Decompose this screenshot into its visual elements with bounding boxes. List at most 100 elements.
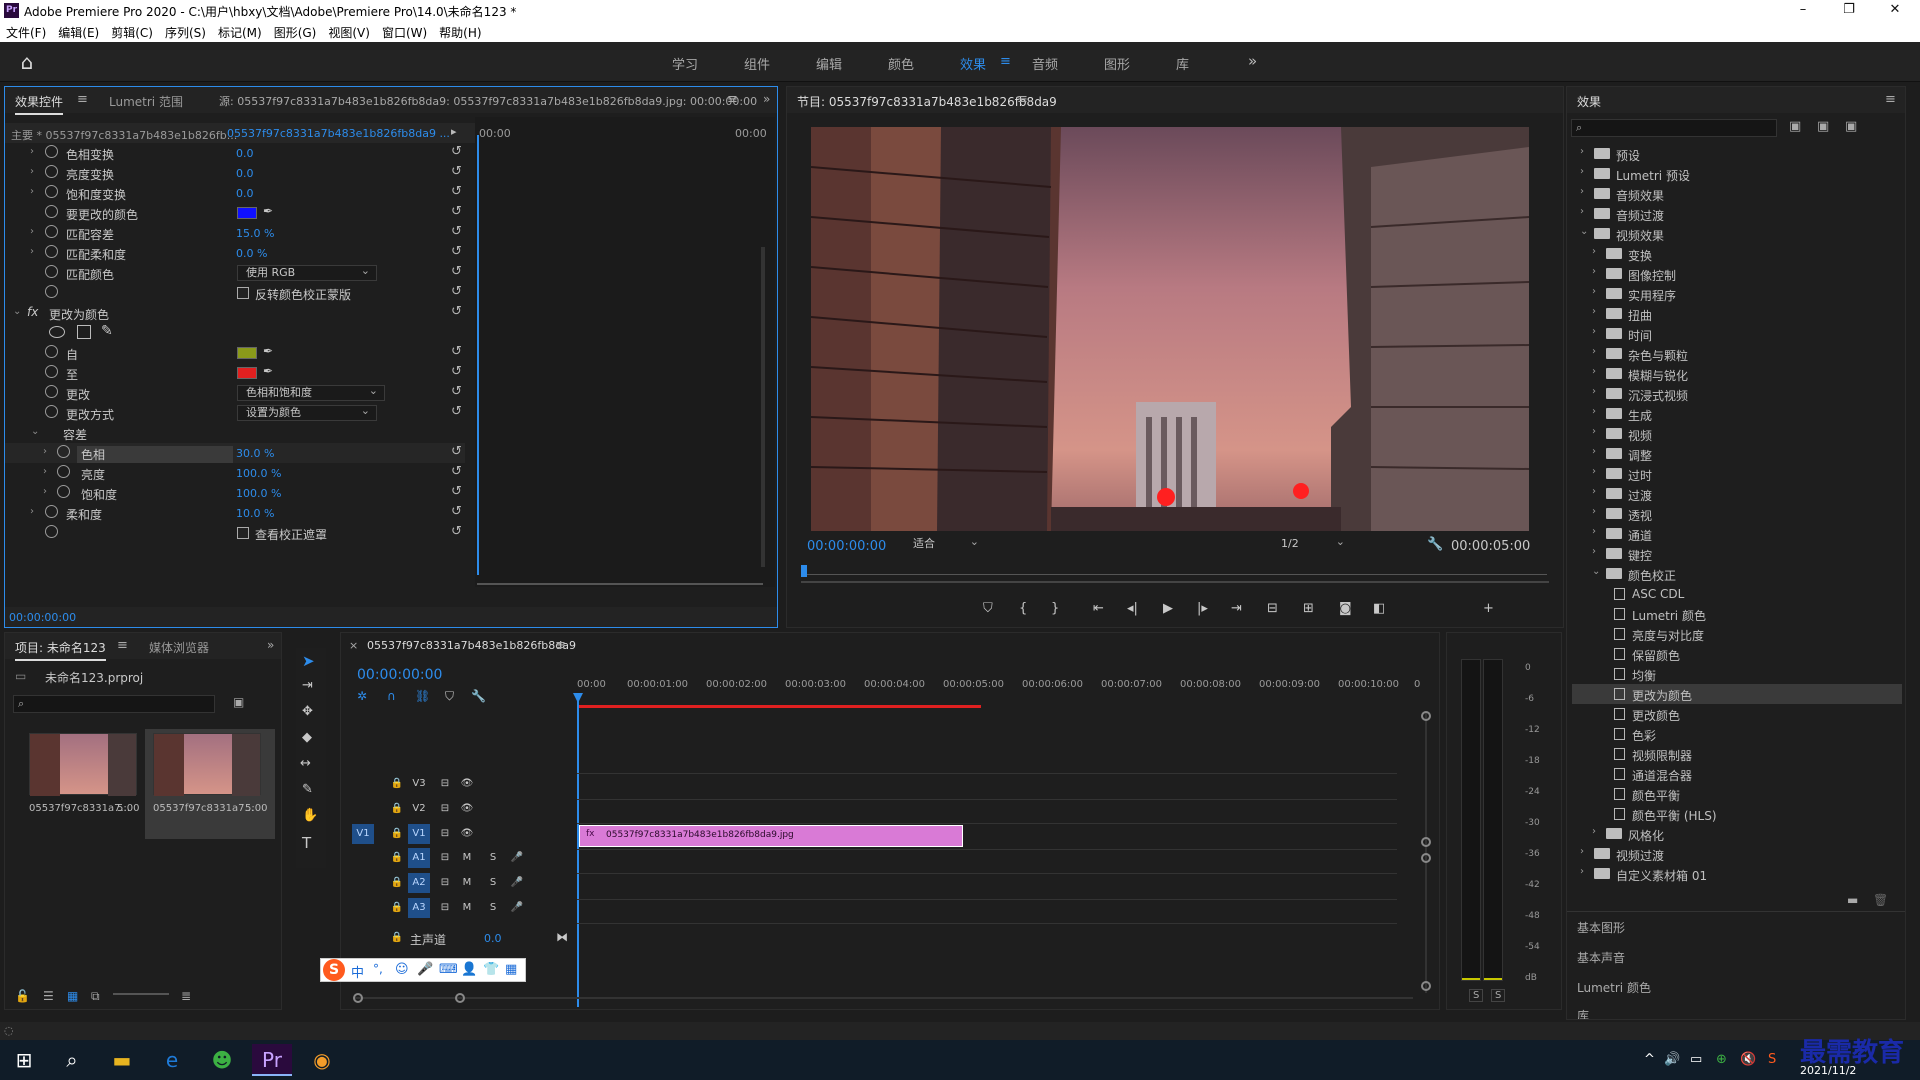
- lock-icon[interactable]: 🔒: [386, 824, 408, 844]
- effects-tree-item[interactable]: 颜色平衡 (HLS): [1572, 804, 1902, 824]
- reset-icon[interactable]: ↺: [451, 244, 462, 259]
- match-colors-dropdown[interactable]: 使用 RGB: [237, 264, 377, 281]
- edge-browser-icon[interactable]: e: [152, 1044, 192, 1076]
- accelerated-effects-icon[interactable]: ▣: [1789, 119, 1801, 134]
- change-by-dropdown[interactable]: 设置为颜色: [237, 404, 377, 421]
- track-target[interactable]: V3: [408, 774, 430, 794]
- nest-sequence-icon[interactable]: ✲: [357, 689, 367, 703]
- menu-graphics[interactable]: 图形(G): [268, 22, 323, 41]
- sync-lock-icon[interactable]: ⊟: [434, 774, 456, 794]
- timeline-hscroll[interactable]: [353, 997, 1413, 999]
- hand-tool-icon[interactable]: ✋: [302, 808, 318, 823]
- close-sequence-icon[interactable]: ×: [349, 639, 358, 652]
- menu-help[interactable]: 帮助(H): [433, 22, 487, 41]
- effects-tree-item[interactable]: › 模糊与锐化: [1572, 364, 1902, 384]
- effects-tree-item[interactable]: › 视频: [1572, 424, 1902, 444]
- effects-tree-item[interactable]: › 过渡: [1572, 484, 1902, 504]
- lock-icon[interactable]: 🔓: [15, 989, 30, 1003]
- reset-icon[interactable]: ↺: [451, 464, 462, 479]
- project-menu-icon[interactable]: ≡: [117, 638, 128, 653]
- rectangle-mask-icon[interactable]: [77, 325, 91, 339]
- effects-tree-item[interactable]: › 扭曲: [1572, 304, 1902, 324]
- workspace-menu-icon[interactable]: ≡: [1000, 54, 1011, 69]
- pen-tool-icon[interactable]: ✎: [302, 782, 313, 797]
- reset-icon[interactable]: ↺: [451, 184, 462, 199]
- workspace-learn[interactable]: 学习: [672, 54, 698, 73]
- ime-user-icon[interactable]: 👤: [461, 962, 477, 977]
- 32bit-effects-icon[interactable]: ▣: [1817, 119, 1829, 134]
- menu-marker[interactable]: 标记(M): [212, 22, 268, 41]
- stopwatch-icon[interactable]: [57, 465, 70, 478]
- track-target[interactable]: V1: [408, 824, 430, 844]
- eyedropper-icon[interactable]: ✒: [263, 204, 273, 218]
- sync-lock-icon[interactable]: ⊟: [434, 898, 456, 918]
- color-swatch[interactable]: [237, 207, 257, 219]
- lock-icon[interactable]: 🔒: [386, 799, 408, 819]
- program-playhead[interactable]: [801, 565, 807, 577]
- menu-clip[interactable]: 剪辑(C): [105, 22, 159, 41]
- freeform-view-icon[interactable]: ⧉: [91, 989, 100, 1004]
- effects-tree-item[interactable]: ASC CDL: [1572, 584, 1902, 604]
- effects-tree-item[interactable]: ⌄ 视频效果: [1572, 224, 1902, 244]
- stopwatch-icon[interactable]: [45, 505, 58, 518]
- fit-dropdown[interactable]: 适合: [905, 535, 985, 553]
- sequence-tab[interactable]: 05537f97c8331a7b483e1b826fb8da9: [367, 639, 576, 655]
- project-item[interactable]: 05537f97c8331a7... 5:00: [17, 729, 141, 839]
- reset-icon[interactable]: ↺: [451, 444, 462, 459]
- selection-tool-icon[interactable]: ➤: [302, 652, 315, 670]
- step-forward-icon[interactable]: |▸: [1197, 601, 1208, 616]
- linked-selection-icon[interactable]: ⛓: [415, 689, 430, 703]
- chevron-right-icon[interactable]: ›: [1592, 826, 1596, 837]
- solo-right-button[interactable]: S: [1491, 989, 1506, 1002]
- eye-icon[interactable]: 👁: [456, 824, 478, 844]
- stopwatch-icon[interactable]: [45, 365, 58, 378]
- effects-menu-icon[interactable]: ≡: [1885, 92, 1896, 107]
- chevron-right-icon[interactable]: ›: [1592, 486, 1596, 497]
- reset-icon[interactable]: ↺: [451, 204, 462, 219]
- reset-icon[interactable]: ↺: [451, 504, 462, 519]
- solo-button[interactable]: S: [482, 848, 504, 868]
- reset-icon[interactable]: ↺: [451, 484, 462, 499]
- effects-tree-item[interactable]: 颜色平衡: [1572, 784, 1902, 804]
- chevron-down-icon[interactable]: ⌄: [1580, 226, 1588, 237]
- volume-icon[interactable]: 🔊: [1664, 1052, 1680, 1067]
- workspace-color[interactable]: 颜色: [888, 54, 914, 73]
- ime-punctuation-icon[interactable]: °,: [373, 962, 383, 976]
- go-to-out-icon[interactable]: ⇥: [1231, 601, 1242, 616]
- effects-tree-item[interactable]: ⌄ 颜色校正: [1572, 564, 1902, 584]
- menu-window[interactable]: 窗口(W): [376, 22, 433, 41]
- reset-icon[interactable]: ↺: [451, 224, 462, 239]
- stopwatch-icon[interactable]: [45, 225, 58, 238]
- chevron-down-icon[interactable]: ⌄: [1592, 566, 1600, 577]
- chevron-right-icon[interactable]: ›: [1592, 506, 1596, 517]
- lift-icon[interactable]: ⊟: [1267, 601, 1278, 616]
- reset-icon[interactable]: ↺: [451, 264, 462, 279]
- effects-tree-item[interactable]: › 生成: [1572, 404, 1902, 424]
- reset-icon[interactable]: ↺: [451, 404, 462, 419]
- stopwatch-icon[interactable]: [45, 525, 58, 538]
- sogou-tray-icon[interactable]: S: [1768, 1052, 1776, 1067]
- workspace-libraries[interactable]: 库: [1176, 54, 1189, 73]
- track-target[interactable]: A3: [408, 898, 430, 918]
- stopwatch-icon[interactable]: [45, 385, 58, 398]
- effects-tree-item[interactable]: › 自定义素材箱 01: [1572, 864, 1902, 884]
- panel-menu-icon[interactable]: ≡: [77, 92, 88, 107]
- invert-mask-checkbox[interactable]: [237, 287, 249, 299]
- lock-icon[interactable]: 🔒: [386, 873, 408, 893]
- stopwatch-icon[interactable]: [57, 485, 70, 498]
- chevron-right-icon[interactable]: ›: [1592, 306, 1596, 317]
- master-volume[interactable]: 0.0: [484, 932, 502, 945]
- wechat-icon[interactable]: ☻: [202, 1044, 242, 1076]
- menu-view[interactable]: 视图(V): [322, 22, 376, 41]
- source-patch-v1[interactable]: V1: [352, 824, 374, 844]
- ec-footer-timecode[interactable]: 00:00:00:00: [9, 611, 76, 624]
- stopwatch-icon[interactable]: [45, 145, 58, 158]
- effects-tree-item[interactable]: 更改颜色: [1572, 704, 1902, 724]
- chevron-right-icon[interactable]: ›: [1592, 246, 1596, 257]
- tab-effect-controls[interactable]: 效果控件: [15, 93, 64, 115]
- mute-button[interactable]: M: [456, 873, 478, 893]
- sync-lock-icon[interactable]: ⊟: [434, 799, 456, 819]
- chevron-right-icon[interactable]: ›: [1580, 206, 1584, 217]
- track-target[interactable]: A2: [408, 873, 430, 893]
- home-icon[interactable]: ⌂: [14, 50, 40, 74]
